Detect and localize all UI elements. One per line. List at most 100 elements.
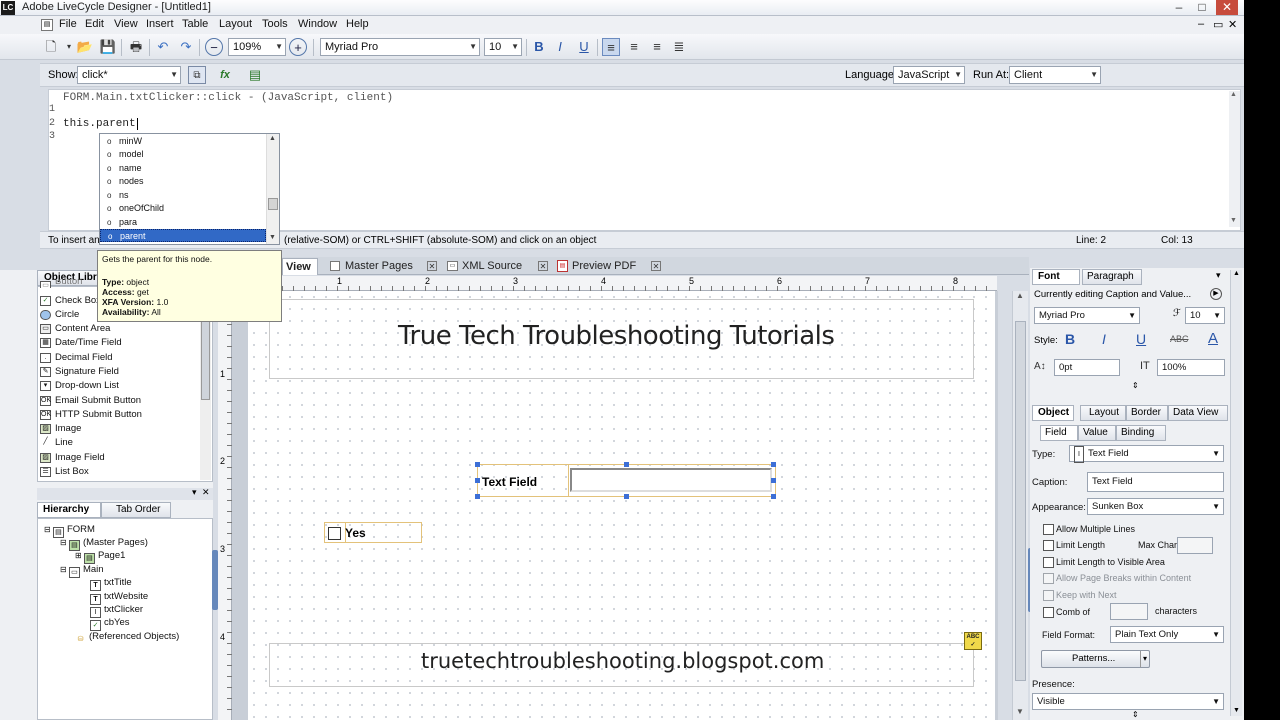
panel-font-select[interactable]: Myriad Pro ▼: [1034, 307, 1140, 324]
tab-design-view[interactable]: View: [282, 258, 318, 275]
editor-scrollbar[interactable]: ▲ ▼: [1229, 91, 1240, 227]
undo-icon[interactable]: ↶: [154, 38, 172, 56]
autocomplete-item[interactable]: o para: [100, 216, 266, 229]
language-select[interactable]: JavaScript ▼: [893, 66, 965, 84]
strikethrough-icon[interactable]: ABC: [1170, 334, 1189, 344]
new-icon[interactable]: 🗋: [42, 38, 60, 56]
font-select[interactable]: Myriad Pro ▼: [320, 38, 480, 56]
zoom-select[interactable]: 109% ▼: [228, 38, 286, 56]
scale-input[interactable]: 100%: [1157, 359, 1225, 376]
library-item-datetime-field[interactable]: ▦ Date/Time Field: [40, 336, 122, 350]
maximize-button[interactable]: □: [1191, 0, 1213, 15]
tab-master-pages[interactable]: Master Pages ✕: [327, 258, 439, 275]
tree-node-txtwebsite[interactable]: TtxtWebsite: [90, 590, 148, 605]
baseline-shift-input[interactable]: 0pt: [1054, 359, 1120, 376]
appearance-select[interactable]: Sunken Box ▼: [1087, 498, 1224, 515]
limit-length-checkbox[interactable]: Limit Length: [1043, 539, 1105, 551]
autocomplete-item[interactable]: o name: [100, 162, 266, 175]
menu-table[interactable]: Table: [182, 18, 208, 30]
close-tab-icon[interactable]: ✕: [538, 261, 548, 271]
tree-node-form[interactable]: ⊟ ▤ FORM: [44, 523, 95, 538]
text-field-object[interactable]: Text Field: [475, 462, 776, 499]
show-events-icon[interactable]: ⧉: [188, 66, 206, 84]
font-size-select[interactable]: 10 ▼: [484, 38, 522, 56]
close-window-button[interactable]: ✕: [1216, 0, 1238, 15]
minimize-button[interactable]: –: [1168, 0, 1190, 15]
library-item-image-field[interactable]: ▨ Image Field: [40, 451, 105, 465]
underline-icon[interactable]: U: [575, 38, 593, 56]
close-tab-icon[interactable]: ✕: [427, 261, 437, 271]
tab-paragraph[interactable]: Paragraph: [1082, 269, 1142, 285]
checkbox-object[interactable]: Yes: [324, 522, 422, 543]
code-line[interactable]: this.parent: [63, 118, 138, 130]
autocomplete-item[interactable]: o model: [100, 148, 266, 161]
panel-font-size-select[interactable]: 10 ▼: [1185, 307, 1225, 324]
right-panel-scrollbar[interactable]: ▲ ▼: [1230, 270, 1242, 716]
form-title-text[interactable]: True Tech Troubleshooting Tutorials: [398, 321, 835, 351]
left-panel-collapse-handle[interactable]: [212, 550, 218, 610]
library-item-email-submit[interactable]: OK Email Submit Button: [40, 394, 141, 408]
subtab-value[interactable]: Value: [1078, 425, 1116, 441]
autocomplete-scrollbar[interactable]: ▲ ▼: [266, 134, 279, 244]
functions-icon[interactable]: fx: [216, 66, 234, 84]
align-center-icon[interactable]: ≡: [625, 38, 643, 56]
library-item-decimal-field[interactable]: . Decimal Field: [40, 351, 113, 365]
library-item-line[interactable]: ╱ Line: [40, 436, 73, 450]
tab-object[interactable]: Object: [1032, 405, 1074, 421]
checkbox-box[interactable]: [328, 527, 341, 540]
autocomplete-item[interactable]: o nodes: [100, 175, 266, 188]
website-text[interactable]: truetechtroubleshooting.blogspot.com: [421, 649, 824, 673]
presence-select[interactable]: Visible ▼: [1032, 693, 1224, 710]
menu-layout[interactable]: Layout: [219, 18, 252, 30]
align-left-icon[interactable]: ≡: [602, 38, 620, 56]
panel-underline-icon[interactable]: U: [1136, 331, 1146, 347]
autocomplete-list[interactable]: o minW o model o name o nodes o ns o oneOfChil…: [99, 133, 280, 245]
show-event-select[interactable]: click* ▼: [77, 66, 181, 84]
spell-check-icon[interactable]: ABC ✓: [964, 632, 982, 650]
limit-visible-area-checkbox[interactable]: Limit Length to Visible Area: [1043, 556, 1165, 568]
field-format-select[interactable]: Plain Text Only ▼: [1110, 626, 1224, 643]
italic-icon[interactable]: I: [551, 38, 569, 56]
tree-node-master-pages[interactable]: ⊟ ▤ (Master Pages): [60, 536, 148, 551]
keep-with-next-checkbox[interactable]: Keep with Next: [1043, 589, 1117, 601]
caption-input[interactable]: Text Field: [1087, 472, 1224, 492]
allow-page-breaks-checkbox[interactable]: Allow Page Breaks within Content: [1043, 572, 1191, 584]
zoom-out-icon[interactable]: −: [205, 38, 223, 56]
close-tab-icon[interactable]: ✕: [651, 261, 661, 271]
autocomplete-item[interactable]: o minW: [100, 135, 266, 148]
menu-edit[interactable]: Edit: [85, 18, 104, 30]
panel-bold-icon[interactable]: B: [1065, 331, 1075, 347]
zoom-in-icon[interactable]: +: [289, 38, 307, 56]
autocomplete-item[interactable]: o ns: [100, 189, 266, 202]
library-item-image[interactable]: ▨ Image: [40, 422, 81, 436]
doc-close-button[interactable]: ✕: [1228, 18, 1237, 31]
menu-insert[interactable]: Insert: [146, 18, 174, 30]
library-item-content-area[interactable]: ▭ Content Area: [40, 322, 110, 336]
subtab-binding[interactable]: Binding: [1116, 425, 1166, 441]
align-right-icon[interactable]: ≡: [648, 38, 666, 56]
library-item-list-box[interactable]: ☰ List Box: [40, 465, 89, 479]
check-syntax-icon[interactable]: ▤: [246, 66, 264, 84]
doc-restore-button[interactable]: ▭: [1213, 18, 1223, 31]
library-item-http-submit[interactable]: OK HTTP Submit Button: [40, 408, 142, 422]
library-item-circle[interactable]: Circle: [40, 308, 79, 322]
max-chars-input[interactable]: [1177, 537, 1213, 554]
print-icon[interactable]: 🖶: [127, 38, 145, 56]
menu-file[interactable]: File: [59, 18, 77, 30]
library-item-dropdown-list[interactable]: ▾ Drop-down List: [40, 379, 119, 393]
tree-node-cbyes[interactable]: ✓ cbYes: [90, 616, 130, 631]
tab-preview-pdf[interactable]: ▤ Preview PDF ✕: [554, 258, 663, 275]
canvas-scrollbar[interactable]: ▲ ▼: [1012, 291, 1028, 720]
patterns-button[interactable]: Patterns... ▾: [1041, 650, 1150, 668]
tab-border[interactable]: Border: [1126, 405, 1168, 421]
font-color-icon[interactable]: A: [1208, 330, 1218, 347]
tree-node-main[interactable]: ⊟ ▭ Main: [60, 563, 104, 578]
menu-help[interactable]: Help: [346, 18, 369, 30]
tree-node-txtclicker[interactable]: ItxtClicker: [90, 603, 143, 618]
comb-chars-input[interactable]: [1110, 603, 1148, 620]
allow-multiple-lines-checkbox[interactable]: Allow Multiple Lines: [1043, 523, 1135, 535]
comb-of-checkbox[interactable]: Comb of: [1043, 606, 1090, 618]
tab-font[interactable]: Font: [1032, 269, 1080, 285]
library-item-check-box[interactable]: ✓ Check Box: [40, 294, 101, 308]
bold-icon[interactable]: B: [530, 38, 548, 56]
